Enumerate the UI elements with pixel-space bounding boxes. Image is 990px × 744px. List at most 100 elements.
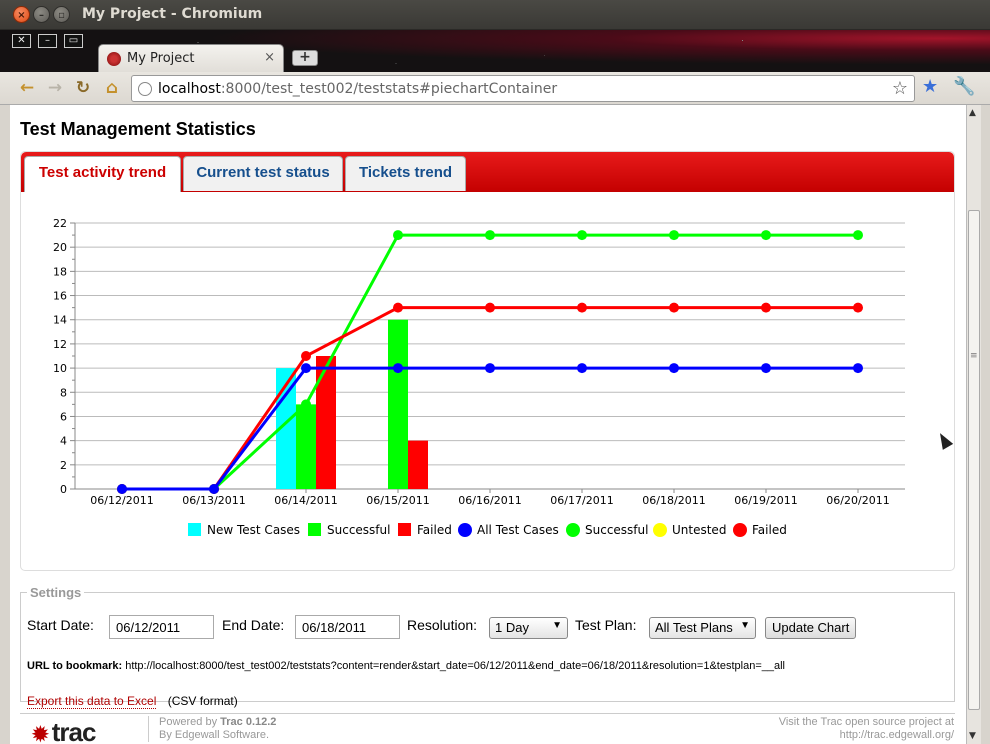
- point-all-test-cases: [485, 363, 495, 374]
- y-tick-label: 16: [53, 290, 67, 303]
- forward-icon[interactable]: →: [44, 78, 66, 98]
- powered-by: Powered by Trac 0.12.2 By Edgewall Softw…: [148, 716, 276, 742]
- tab-close-icon[interactable]: ×: [264, 50, 275, 65]
- point-successful: [853, 230, 863, 241]
- point-all-test-cases: [577, 363, 587, 374]
- settings-legend: Settings: [30, 585, 82, 600]
- point-all-test-cases: [301, 363, 311, 374]
- y-tick-label: 18: [53, 265, 67, 278]
- point-failed: [669, 302, 679, 313]
- bar-successful: [296, 404, 316, 489]
- point-successful: [301, 399, 311, 410]
- window-titlebar: × – ▫ My Project - Chromium: [0, 0, 990, 30]
- legend-label: Successful: [327, 523, 390, 537]
- point-all-test-cases: [393, 363, 403, 374]
- new-tab-button[interactable]: +: [292, 50, 318, 66]
- trac-logo[interactable]: ✹ trac: [32, 717, 96, 744]
- window-minimize-button[interactable]: –: [33, 6, 50, 23]
- test-plan-label: Test Plan:: [575, 617, 637, 633]
- y-tick-label: 0: [60, 483, 67, 496]
- legend-swatch: [566, 523, 580, 537]
- vertical-scrollbar[interactable]: ▲ ≡ ▼: [966, 105, 981, 744]
- trac-website-link[interactable]: http://trac.edgewall.org/: [840, 729, 954, 741]
- chevron-down-icon: ▼: [740, 620, 750, 631]
- extension-star-icon[interactable]: ★: [922, 76, 938, 97]
- bar-failed: [408, 440, 428, 489]
- browser-close-icon[interactable]: ✕: [12, 34, 31, 48]
- x-tick-label: 06/14/2011: [274, 494, 337, 507]
- scroll-down-icon[interactable]: ▼: [969, 731, 976, 741]
- address-bar[interactable]: localhost:8000/test_test002/teststats#pi…: [131, 75, 915, 102]
- start-date-input[interactable]: [109, 615, 214, 639]
- point-all-test-cases: [669, 363, 679, 374]
- point-failed: [301, 351, 311, 361]
- x-tick-label: 06/12/2011: [90, 494, 153, 507]
- settings-panel: Settings Start Date: End Date: Resolutio…: [20, 585, 955, 709]
- y-tick-label: 2: [60, 459, 67, 472]
- point-successful: [393, 230, 403, 241]
- wrench-icon[interactable]: 🔧: [953, 76, 975, 97]
- line-failed: [122, 306, 858, 491]
- browser-tab-title: My Project: [127, 51, 195, 66]
- scrollbar-thumb[interactable]: [968, 210, 980, 710]
- back-icon[interactable]: ←: [16, 78, 38, 98]
- x-tick-label: 06/15/2011: [366, 494, 429, 507]
- browser-minimize-icon[interactable]: –: [38, 34, 57, 48]
- legend-label: All Test Cases: [477, 523, 559, 537]
- point-successful: [669, 230, 679, 241]
- bookmark-url: URL to bookmark: http://localhost:8000/t…: [27, 660, 785, 672]
- visit-trac: Visit the Trac open source project at ht…: [778, 716, 954, 741]
- page-content: Test Management Statistics Test activity…: [10, 105, 966, 744]
- trac-version-link[interactable]: Trac 0.12.2: [220, 716, 276, 728]
- browser-tab[interactable]: My Project ×: [98, 44, 284, 72]
- home-icon[interactable]: ⌂: [101, 78, 123, 98]
- test-plan-select[interactable]: All Test Plans ▼: [649, 617, 756, 639]
- point-successful: [761, 230, 771, 241]
- bookmark-star-icon[interactable]: ☆: [892, 78, 908, 99]
- csv-format-note: (CSV format): [167, 694, 238, 708]
- legend-swatch: [308, 523, 321, 536]
- x-tick-label: 06/19/2011: [734, 494, 797, 507]
- browser-maximize-icon[interactable]: ▭: [64, 34, 83, 48]
- legend-swatch: [188, 523, 201, 536]
- address-bar-url: localhost:8000/test_test002/teststats#pi…: [158, 81, 558, 97]
- y-tick-label: 12: [53, 338, 67, 351]
- legend-label: Untested: [672, 523, 726, 537]
- y-tick-label: 6: [60, 410, 67, 423]
- point-all-test-cases: [761, 363, 771, 374]
- reload-icon[interactable]: ↻: [72, 78, 94, 98]
- y-tick-label: 20: [53, 241, 67, 254]
- x-tick-label: 06/20/2011: [826, 494, 889, 507]
- scroll-up-icon[interactable]: ▲: [969, 108, 976, 118]
- bar-successful: [388, 319, 408, 489]
- update-chart-button[interactable]: Update Chart: [765, 617, 857, 639]
- window-maximize-button[interactable]: ▫: [53, 6, 70, 23]
- start-date-label: Start Date:: [27, 617, 94, 633]
- legend-swatch: [733, 523, 747, 537]
- window-title: My Project - Chromium: [82, 6, 263, 22]
- bar-failed: [316, 356, 336, 489]
- point-failed: [393, 302, 403, 313]
- legend-label: Failed: [417, 523, 452, 537]
- point-failed: [577, 302, 587, 313]
- point-successful: [485, 230, 495, 241]
- end-date-label: End Date:: [222, 617, 285, 633]
- point-failed: [485, 302, 495, 313]
- x-tick-label: 06/13/2011: [182, 494, 245, 507]
- x-tick-label: 06/17/2011: [550, 494, 613, 507]
- point-all-test-cases: [853, 363, 863, 374]
- resolution-select[interactable]: 1 Day ▼: [489, 617, 568, 639]
- trac-paw-icon: ✹: [32, 724, 49, 744]
- y-tick-label: 4: [60, 435, 67, 448]
- globe-icon: [138, 82, 152, 96]
- point-all-test-cases: [117, 484, 127, 494]
- end-date-input[interactable]: [295, 615, 400, 639]
- legend-swatch: [398, 523, 411, 536]
- legend-swatch: [458, 523, 472, 537]
- window-close-button[interactable]: ×: [13, 6, 30, 23]
- y-tick-label: 14: [53, 314, 67, 327]
- legend-label: Successful: [585, 523, 648, 537]
- chevron-down-icon: ▼: [552, 620, 562, 631]
- x-tick-label: 06/18/2011: [642, 494, 705, 507]
- export-excel-link[interactable]: Export this data to Excel: [27, 694, 157, 709]
